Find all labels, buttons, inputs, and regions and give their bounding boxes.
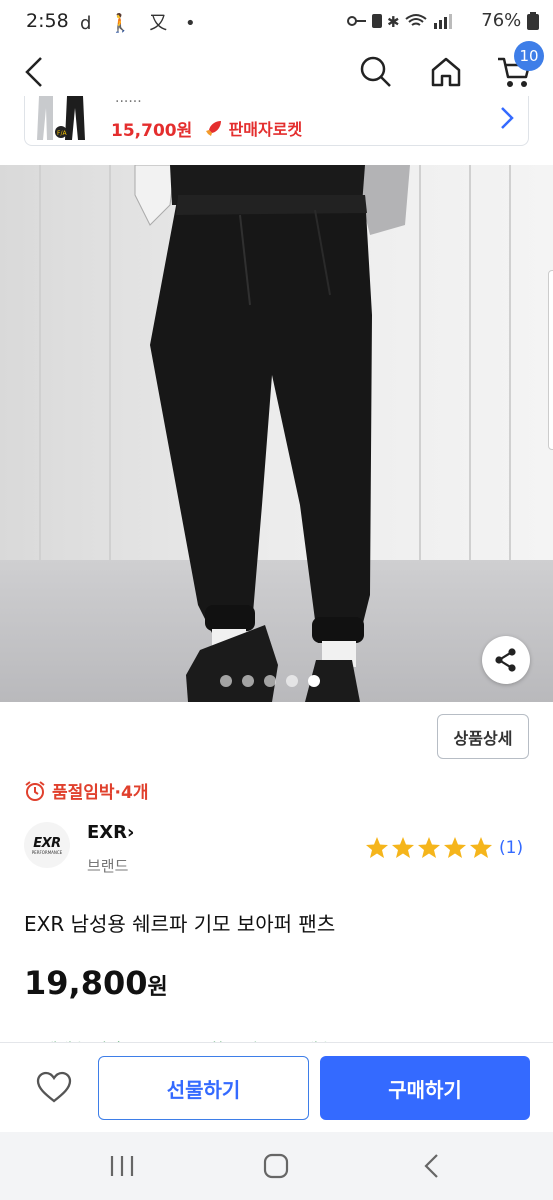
home-button[interactable] — [424, 50, 468, 94]
bottom-action-bar: 선물하기 구매하기 — [0, 1042, 553, 1132]
carousel-dot[interactable] — [242, 675, 254, 687]
battery-percent: 76% — [481, 10, 522, 31]
brand-logo-text: EXR — [33, 835, 61, 851]
wishlist-button[interactable] — [32, 1065, 76, 1109]
side-drawer-handle[interactable] — [548, 270, 553, 450]
promo-rocket-label: 판매자로켓 — [228, 120, 303, 139]
buy-button[interactable]: 구매하기 — [320, 1056, 530, 1120]
svg-text:✱: ✱ — [387, 13, 400, 31]
brand-logo[interactable]: EXR PERFORMANCE — [24, 822, 70, 868]
carousel-dot[interactable] — [286, 675, 298, 687]
recommended-product-banner[interactable]: F/A ...... 15,700원 판매자로켓 — [24, 96, 529, 146]
svg-text:F/A: F/A — [57, 130, 67, 137]
back-chevron-icon — [25, 57, 42, 87]
status-time: 2:58 — [26, 10, 69, 32]
top-navigation — [0, 44, 553, 100]
system-navigation-bar — [0, 1132, 553, 1200]
rocket-icon — [206, 121, 221, 136]
heart-icon — [36, 1071, 72, 1103]
brand-label: 브랜드 — [87, 857, 129, 875]
star-rating-icons — [366, 837, 492, 858]
home-system-button[interactable] — [254, 1150, 298, 1182]
price-unit: 원 — [147, 975, 168, 1000]
brand-link[interactable]: EXR› — [87, 822, 134, 843]
product-photo-jogger-pants — [0, 165, 553, 702]
share-button[interactable] — [482, 636, 530, 684]
back-button[interactable] — [12, 50, 56, 94]
review-count[interactable]: (1) — [499, 838, 523, 858]
system-back-icon — [424, 1154, 438, 1178]
stock-warning-text: 품절임박·4개 — [52, 783, 149, 803]
promo-price: 15,700원 — [111, 121, 193, 141]
price: 19,800원 — [24, 964, 168, 1002]
recent-apps-icon — [110, 1156, 134, 1176]
battery-icon — [527, 12, 539, 30]
cart-count-badge: 10 — [514, 41, 544, 71]
home-icon — [431, 57, 461, 87]
carousel-dot[interactable] — [264, 675, 276, 687]
price-amount: 19,800 — [24, 964, 148, 1002]
promo-title-partial: ...... — [115, 96, 142, 106]
system-back-button[interactable] — [410, 1150, 454, 1182]
promo-seller-rocket: 판매자로켓 — [205, 116, 302, 140]
carousel-dot-active[interactable] — [308, 675, 320, 687]
home-circle-icon — [263, 1153, 289, 1179]
search-button[interactable] — [354, 50, 398, 94]
recent-apps-button[interactable] — [100, 1150, 144, 1182]
brand-logo-subtext: PERFORMANCE — [31, 849, 63, 855]
alarm-clock-icon — [25, 780, 45, 801]
share-icon — [495, 648, 516, 672]
status-bar: 2:58 d 🚶 ⼜ • ✱ 76% — [0, 0, 553, 44]
system-tray-icons: ✱ — [346, 13, 452, 31]
status-notification-icons: d 🚶 ⼜ • — [80, 13, 202, 34]
carousel-pagination — [220, 675, 320, 687]
status-system-icons: ✱ 76% — [346, 10, 539, 32]
stock-warning: 품절임박·4개 — [24, 778, 149, 803]
carousel-dot[interactable] — [220, 675, 232, 687]
gift-button[interactable]: 선물하기 — [98, 1056, 309, 1120]
brand-chevron-icon: › — [127, 822, 135, 843]
rating-stars[interactable] — [365, 836, 495, 860]
product-image-carousel[interactable] — [0, 165, 553, 702]
chevron-right-icon — [501, 107, 514, 129]
promo-product-thumbnail: F/A — [31, 96, 97, 144]
product-title: EXR 남성용 쉐르파 기모 보아퍼 팬츠 — [24, 912, 336, 936]
brand-name: EXR — [87, 822, 128, 843]
search-icon — [360, 56, 391, 87]
product-detail-button[interactable]: 상품상세 — [437, 714, 529, 759]
